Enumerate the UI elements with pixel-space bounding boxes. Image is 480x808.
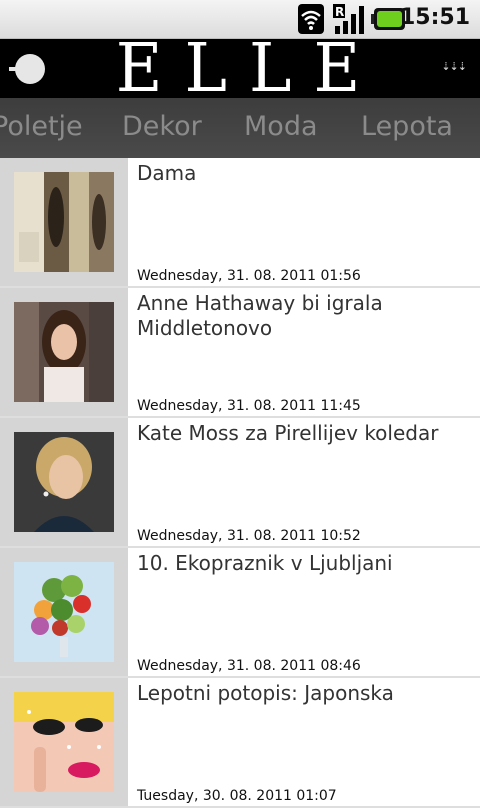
thumbnail-frame (0, 678, 128, 806)
thumbnail-frame (0, 418, 128, 546)
article-date: Wednesday, 31. 08. 2011 08:46 (137, 658, 361, 674)
list-item[interactable]: 10. Ekopraznik v Ljubljani Wednesday, 31… (0, 548, 480, 678)
thumbnail-frame (0, 158, 128, 286)
thumbnail-frame (0, 548, 128, 676)
clock: 15:51 (399, 5, 470, 30)
list-item[interactable]: Lepotni potopis: Japonska Tuesday, 30. 0… (0, 678, 480, 808)
article-thumbnail (14, 692, 114, 792)
chevrons-down-icon[interactable]: ⇣⇣⇣ (441, 60, 467, 73)
list-item[interactable]: Kate Moss za Pirellijev koledar Wednesda… (0, 418, 480, 548)
category-tabs[interactable]: Poletje Dekor Moda Lepota (0, 98, 480, 158)
article-list: Dama Wednesday, 31. 08. 2011 01:56 Anne … (0, 158, 480, 808)
list-item[interactable]: Dama Wednesday, 31. 08. 2011 01:56 (0, 158, 480, 288)
article-thumbnail (14, 432, 114, 532)
article-date: Tuesday, 30. 08. 2011 01:07 (137, 788, 337, 804)
tab-poletje[interactable]: Poletje (0, 111, 83, 142)
thumbnail-frame (0, 288, 128, 416)
elle-logo: ELLE (115, 30, 383, 108)
article-date: Wednesday, 31. 08. 2011 01:56 (137, 268, 361, 284)
article-title: Anne Hathaway bi igrala Middletonovo (137, 291, 383, 340)
tab-dekor[interactable]: Dekor (122, 111, 202, 142)
app-header: ELLE ⇣⇣⇣ (0, 31, 480, 107)
article-thumbnail (14, 172, 114, 272)
tab-lepota[interactable]: Lepota (361, 111, 453, 142)
list-item[interactable]: Anne Hathaway bi igrala Middletonovo Wed… (0, 288, 480, 418)
tab-moda[interactable]: Moda (244, 111, 318, 142)
article-date: Wednesday, 31. 08. 2011 10:52 (137, 528, 361, 544)
article-title: Lepotni potopis: Japonska (137, 681, 394, 705)
article-title: 10. Ekopraznik v Ljubljani (137, 551, 393, 575)
svg-text:R: R (335, 5, 344, 19)
article-date: Wednesday, 31. 08. 2011 11:45 (137, 398, 361, 414)
article-thumbnail (14, 302, 114, 402)
article-title: Kate Moss za Pirellijev koledar (137, 421, 439, 445)
article-title: Dama (137, 161, 197, 185)
article-thumbnail (14, 562, 114, 662)
